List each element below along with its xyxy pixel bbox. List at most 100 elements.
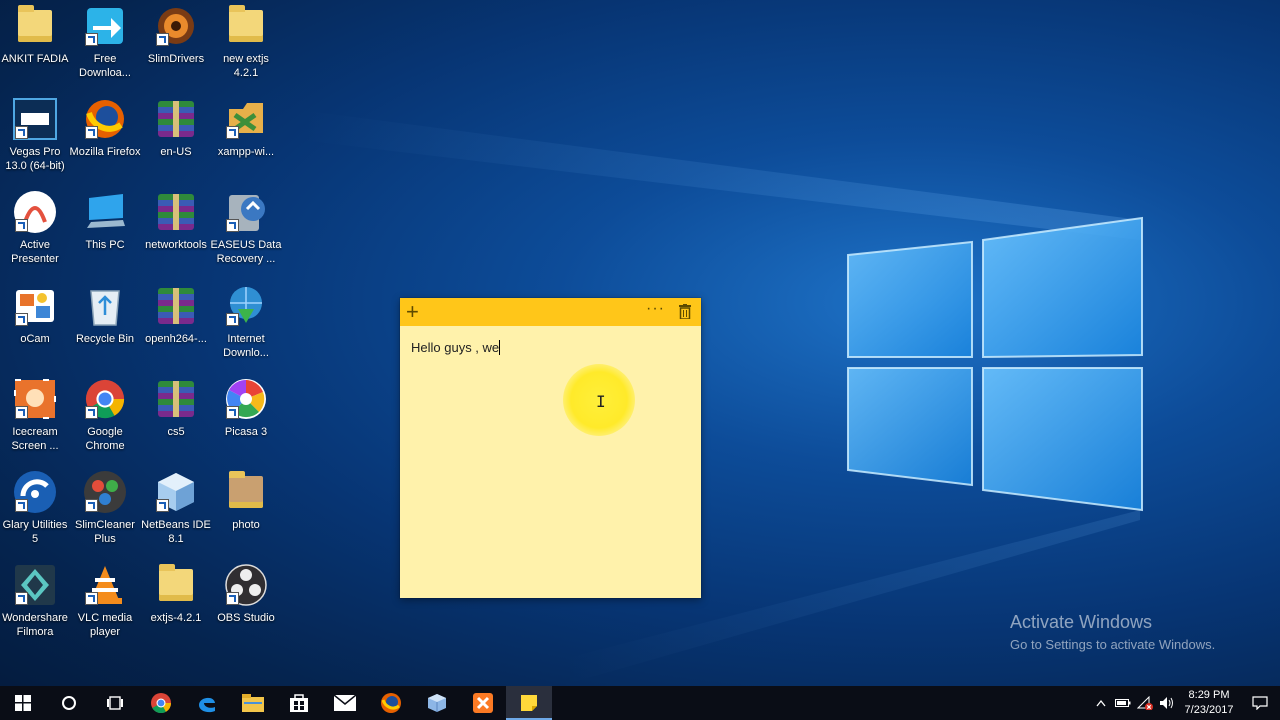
picasa-icon <box>222 377 270 421</box>
desktop-icon-label: Active Presenter <box>11 239 59 265</box>
clock-time: 8:29 PM <box>1188 689 1230 701</box>
easeus-recovery-shortcut[interactable]: EASEUS Data Recovery ... <box>211 190 281 278</box>
desktop-icon-label: en-US <box>160 146 192 158</box>
desktop-icon-label: cs5 <box>167 426 185 438</box>
show-hidden-icons-button[interactable] <box>1090 686 1112 720</box>
sticky-note-text: Hello guys , we <box>411 340 500 355</box>
taskbar-clock[interactable]: 8:29 PM 7/23/2017 <box>1178 688 1240 718</box>
this-pc-icon[interactable]: This PC <box>70 190 140 278</box>
chevron-up-icon <box>1096 699 1106 707</box>
cortana-button[interactable] <box>46 686 92 720</box>
virtualbox-icon <box>428 694 446 712</box>
slimdrivers-icon <box>152 4 200 48</box>
desktop-icon-label: Recycle Bin <box>75 333 135 345</box>
volume-icon <box>1160 697 1173 709</box>
free-download-icon <box>81 4 129 48</box>
en-us-archive[interactable]: en-US <box>141 97 211 185</box>
chrome-icon <box>151 693 172 714</box>
internet-download-manager-shortcut[interactable]: Internet Downlo... <box>211 284 281 372</box>
shortcut-arrow-icon <box>226 126 239 139</box>
desktop-icon-label: xampp-wi... <box>217 146 275 158</box>
xampp-icon <box>222 97 270 141</box>
active-presenter-shortcut[interactable]: Active Presenter <box>0 190 70 278</box>
cortana-icon <box>62 696 76 710</box>
netbeans-shortcut[interactable]: NetBeans IDE 8.1 <box>141 470 211 558</box>
network-tray-button[interactable] <box>1134 686 1156 720</box>
volume-tray-button[interactable] <box>1156 686 1178 720</box>
chrome-taskbar-button[interactable] <box>138 686 184 720</box>
edge-icon <box>199 697 215 713</box>
xampp-installer[interactable]: xampp-wi... <box>211 97 281 185</box>
en-us-icon <box>152 97 200 141</box>
wondershare-filmora-shortcut[interactable]: Wondershare Filmora <box>0 563 70 651</box>
vegas-pro-shortcut[interactable]: Vegas Pro 13.0 (64-bit) <box>0 97 70 185</box>
recycle-bin[interactable]: Recycle Bin <box>70 284 140 372</box>
activate-windows-watermark: Activate Windows Go to Settings to activ… <box>1010 612 1215 652</box>
mozilla-firefox-shortcut[interactable]: Mozilla Firefox <box>70 97 140 185</box>
virtualbox-taskbar-button[interactable] <box>414 686 460 720</box>
xampp-taskbar-button[interactable] <box>460 686 506 720</box>
icecream-screen-icon <box>11 377 59 421</box>
networktools-archive[interactable]: networktools <box>141 190 211 278</box>
glary-utilities-icon <box>11 470 59 514</box>
file-explorer-taskbar-button[interactable] <box>230 686 276 720</box>
desktop-icon-label: SlimCleaner Plus <box>75 519 135 545</box>
desktop-icon-label: This PC <box>85 239 125 251</box>
ocam-shortcut[interactable]: oCam <box>0 284 70 372</box>
edge-taskbar-button[interactable] <box>184 686 230 720</box>
slimcleaner-icon <box>81 470 129 514</box>
photo-folder[interactable]: photo <box>211 470 281 558</box>
sticky-notes-taskbar-button[interactable] <box>506 686 552 720</box>
desktop-icon-label: NetBeans IDE 8.1 <box>141 519 211 545</box>
shortcut-arrow-icon <box>15 126 28 139</box>
internet-download-manager-icon <box>222 284 270 328</box>
desktop-icon-label: oCam <box>20 333 50 345</box>
store-taskbar-button[interactable] <box>276 686 322 720</box>
openh264-archive[interactable]: openh264-... <box>141 284 211 372</box>
sticky-notes-icon <box>521 695 537 711</box>
desktop-icon-label: Glary Utilities 5 <box>2 519 68 545</box>
shortcut-arrow-icon <box>15 219 28 232</box>
slimdrivers-shortcut[interactable]: SlimDrivers <box>141 4 211 92</box>
delete-note-icon[interactable] <box>679 304 691 319</box>
more-options-icon[interactable]: ··· <box>646 300 665 318</box>
desktop-icon-label: VLC media player <box>77 612 133 638</box>
desktop-icon-label: Vegas Pro 13.0 (64-bit) <box>5 146 65 172</box>
photo-icon <box>222 470 270 514</box>
vlc-shortcut[interactable]: VLC media player <box>70 563 140 651</box>
battery-tray-button[interactable] <box>1112 686 1134 720</box>
action-center-button[interactable] <box>1240 686 1280 720</box>
ankit-fadia-folder[interactable]: ANKIT FADIA <box>0 4 70 92</box>
free-download-shortcut[interactable]: Free Downloa... <box>70 4 140 92</box>
add-note-icon[interactable]: + <box>406 301 419 323</box>
icecream-screen-shortcut[interactable]: Icecream Screen ... <box>0 377 70 465</box>
sticky-note-header[interactable]: + ··· <box>400 298 701 326</box>
cs5-archive[interactable]: cs5 <box>141 377 211 465</box>
recycle-bin-icon <box>81 284 129 328</box>
extjs-icon <box>152 563 200 607</box>
system-tray: 8:29 PM 7/23/2017 <box>1090 686 1280 720</box>
battery-icon <box>1115 699 1131 707</box>
sticky-note-text-area[interactable]: Hello guys , we <box>411 340 501 355</box>
desktop-icon-label: SlimDrivers <box>147 53 205 65</box>
activate-title: Activate Windows <box>1010 612 1153 632</box>
ankit-fadia-icon <box>11 4 59 48</box>
desktop-icon-label: Wondershare Filmora <box>2 612 68 638</box>
extjs-folder[interactable]: extjs-4.2.1 <box>141 563 211 651</box>
vlc-icon <box>81 563 129 607</box>
this-pc-icon-icon <box>81 190 129 234</box>
obs-studio-shortcut[interactable]: OBS Studio <box>211 563 281 651</box>
firefox-taskbar-button[interactable] <box>368 686 414 720</box>
start-button[interactable] <box>0 686 46 720</box>
slimcleaner-shortcut[interactable]: SlimCleaner Plus <box>70 470 140 558</box>
sticky-note-window[interactable]: + ··· Hello guys , we <box>400 298 701 598</box>
openh264-icon <box>152 284 200 328</box>
glary-utilities-shortcut[interactable]: Glary Utilities 5 <box>0 470 70 558</box>
google-chrome-shortcut[interactable]: Google Chrome <box>70 377 140 465</box>
new-extjs-folder[interactable]: new extjs 4.2.1 <box>211 4 281 92</box>
mail-taskbar-button[interactable] <box>322 686 368 720</box>
task-view-button[interactable] <box>92 686 138 720</box>
activate-subtitle: Go to Settings to activate Windows. <box>1010 637 1216 652</box>
networktools-icon <box>152 190 200 234</box>
picasa-shortcut[interactable]: Picasa 3 <box>211 377 281 465</box>
